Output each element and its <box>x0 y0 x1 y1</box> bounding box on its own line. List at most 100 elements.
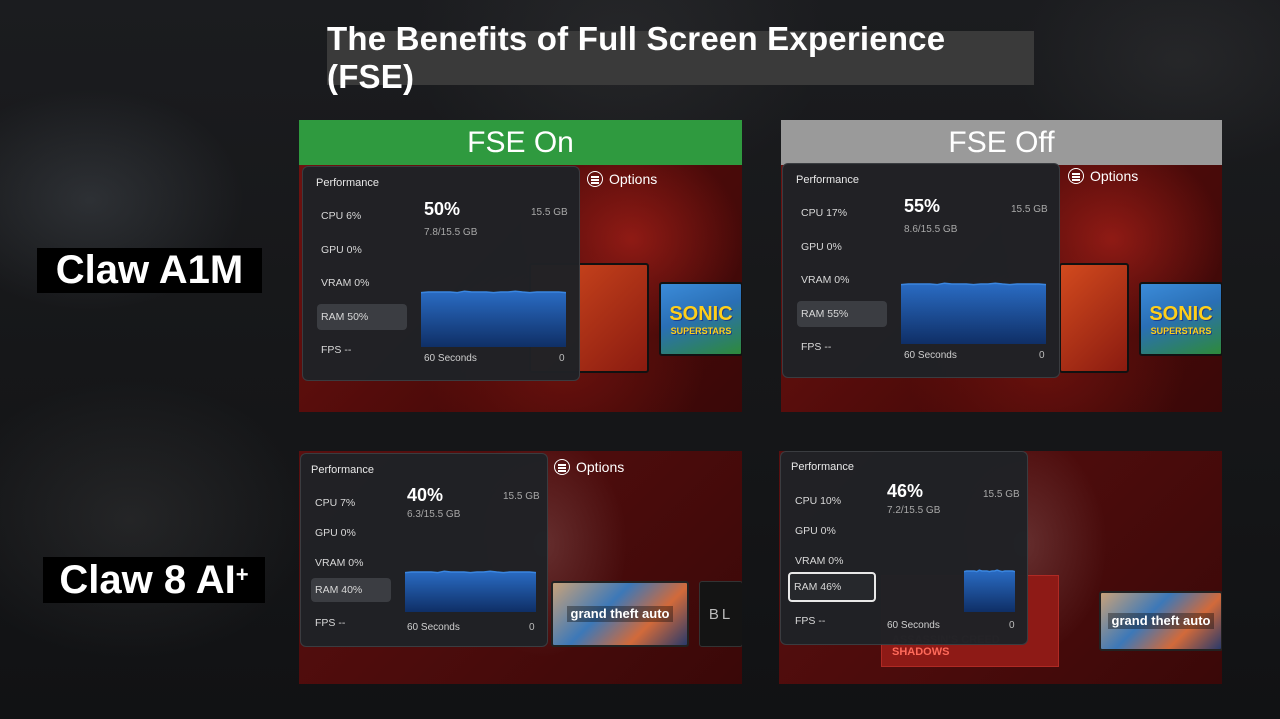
stat-fps[interactable]: FPS -- <box>311 614 381 632</box>
game-tile-sonic[interactable]: SONIC SUPERSTARS <box>659 282 742 356</box>
stat-ram-label: RAM 50% <box>321 311 369 323</box>
graph-time-label: 60 Seconds <box>887 620 940 631</box>
menu-icon <box>1068 168 1084 184</box>
menu-icon <box>554 459 570 475</box>
game-tile-subtitle: SUPERSTARS <box>1150 325 1212 336</box>
options-button[interactable]: Options <box>587 171 657 187</box>
graph-time-label: 60 Seconds <box>424 353 477 364</box>
graph-zero-label: 0 <box>529 622 535 633</box>
stat-vram[interactable]: VRAM 0% <box>317 274 387 292</box>
game-tile-title: SONIC <box>669 302 733 325</box>
stat-ram-label: RAM 40% <box>315 584 363 596</box>
game-tile-sonic[interactable]: SONIC SUPERSTARS <box>1139 282 1222 356</box>
stat-gpu[interactable]: GPU 0% <box>311 524 381 542</box>
stat-vram-label: VRAM 0% <box>795 555 844 567</box>
performance-panel: Performance CPU 7% GPU 0% VRAM 0% RAM 40% FPS… <box>300 453 548 647</box>
stat-gpu-label: GPU 0% <box>321 244 362 256</box>
row-label-text: Claw 8 AI <box>59 557 236 602</box>
usage-percent: 46% <box>887 481 924 501</box>
options-label: Options <box>609 171 658 187</box>
stat-fps[interactable]: FPS -- <box>791 612 861 630</box>
ram-graph-area <box>964 570 1015 612</box>
panel-title: Performance <box>316 177 379 189</box>
usage-detail: 6.3/15.5 GB <box>407 509 461 520</box>
game-tile[interactable]: BL <box>699 581 742 647</box>
stat-fps-label: FPS -- <box>321 344 352 356</box>
stat-fps[interactable]: FPS -- <box>797 338 867 356</box>
stat-cpu-label: CPU 17% <box>801 207 848 219</box>
column-header-fse-off: FSE Off <box>781 120 1222 165</box>
usage-percent: 55% <box>904 196 941 216</box>
options-button[interactable]: Options <box>554 459 624 475</box>
stat-fps-label: FPS -- <box>795 615 826 627</box>
ram-graph-line <box>901 282 1046 286</box>
stat-fps-label: FPS -- <box>315 617 346 629</box>
ram-usage-graph <box>405 570 536 612</box>
graph-time-label: 60 Seconds <box>904 350 957 361</box>
stat-gpu[interactable]: GPU 0% <box>791 522 861 540</box>
stat-gpu-label: GPU 0% <box>801 241 842 253</box>
stat-cpu-label: CPU 7% <box>315 497 356 509</box>
stat-ram[interactable]: RAM 55% <box>797 301 887 327</box>
ram-usage-graph <box>901 282 1046 344</box>
row-label-claw-a1m: Claw A1M <box>37 248 262 293</box>
stat-gpu-label: GPU 0% <box>315 527 356 539</box>
ram-graph-line <box>421 290 566 294</box>
ram-graph-area <box>421 291 566 347</box>
stat-vram[interactable]: VRAM 0% <box>797 271 867 289</box>
stat-vram[interactable]: VRAM 0% <box>791 552 861 570</box>
panel-title: Performance <box>791 461 854 473</box>
graph-zero-label: 0 <box>1039 350 1045 361</box>
ram-graph-line <box>405 570 536 574</box>
row-label-superscript: + <box>235 562 249 587</box>
stat-vram-label: VRAM 0% <box>321 277 370 289</box>
stat-cpu[interactable]: CPU 6% <box>317 207 387 225</box>
stat-vram-label: VRAM 0% <box>801 274 850 286</box>
total-memory: 15.5 GB <box>983 489 1020 500</box>
total-memory: 15.5 GB <box>503 491 540 502</box>
stat-ram[interactable]: RAM 46% <box>788 572 876 602</box>
game-tile[interactable] <box>1059 263 1129 373</box>
performance-panel: Performance CPU 6% GPU 0% VRAM 0% RAM 50% FPS… <box>302 166 580 381</box>
stat-ram-label: RAM 46% <box>794 581 842 593</box>
ram-usage-graph <box>964 569 1015 612</box>
graph-zero-label: 0 <box>559 353 565 364</box>
total-memory: 15.5 GB <box>531 207 568 218</box>
game-tile-subtitle: SUPERSTARS <box>670 325 732 336</box>
stat-cpu-label: CPU 10% <box>795 495 842 507</box>
panel-title: Performance <box>311 464 374 476</box>
game-tile-title: grand theft auto <box>1107 613 1215 629</box>
ram-graph-area <box>901 283 1046 344</box>
stat-cpu[interactable]: CPU 10% <box>791 492 861 510</box>
stat-fps[interactable]: FPS -- <box>317 341 387 359</box>
stat-gpu[interactable]: GPU 0% <box>797 238 867 256</box>
performance-panel: Performance CPU 10% GPU 0% VRAM 0% RAM 46% FP… <box>780 451 1028 645</box>
options-label: Options <box>576 459 625 475</box>
row-label-claw-8-ai: Claw 8 AI + <box>43 557 265 603</box>
usage-detail: 7.8/15.5 GB <box>424 227 478 238</box>
graph-zero-label: 0 <box>1009 620 1015 631</box>
ram-graph-line <box>964 569 1015 573</box>
graph-time-label: 60 Seconds <box>407 622 460 633</box>
game-tile-gta[interactable]: grand theft auto <box>1099 591 1222 651</box>
options-button[interactable]: Options <box>1068 168 1138 184</box>
stat-cpu[interactable]: CPU 7% <box>311 494 381 512</box>
usage-detail: 8.6/15.5 GB <box>904 224 958 235</box>
stat-gpu[interactable]: GPU 0% <box>317 241 387 259</box>
menu-icon <box>587 171 603 187</box>
stat-cpu[interactable]: CPU 17% <box>797 204 867 222</box>
game-tile-gta[interactable]: grand theft auto <box>551 581 689 647</box>
stat-gpu-label: GPU 0% <box>795 525 836 537</box>
stat-ram-label: RAM 55% <box>801 308 849 320</box>
stat-fps-label: FPS -- <box>801 341 832 353</box>
options-label: Options <box>1090 168 1139 184</box>
performance-panel: Performance CPU 17% GPU 0% VRAM 0% RAM 55% FP… <box>782 163 1060 378</box>
stat-vram-label: VRAM 0% <box>315 557 364 569</box>
usage-percent: 50% <box>424 199 461 219</box>
stat-vram[interactable]: VRAM 0% <box>311 554 381 572</box>
ram-graph-area <box>405 571 536 612</box>
game-tile-title: grand theft auto <box>566 606 674 622</box>
stat-ram[interactable]: RAM 50% <box>317 304 407 330</box>
stat-ram[interactable]: RAM 40% <box>311 578 391 602</box>
panel-title: Performance <box>796 174 859 186</box>
